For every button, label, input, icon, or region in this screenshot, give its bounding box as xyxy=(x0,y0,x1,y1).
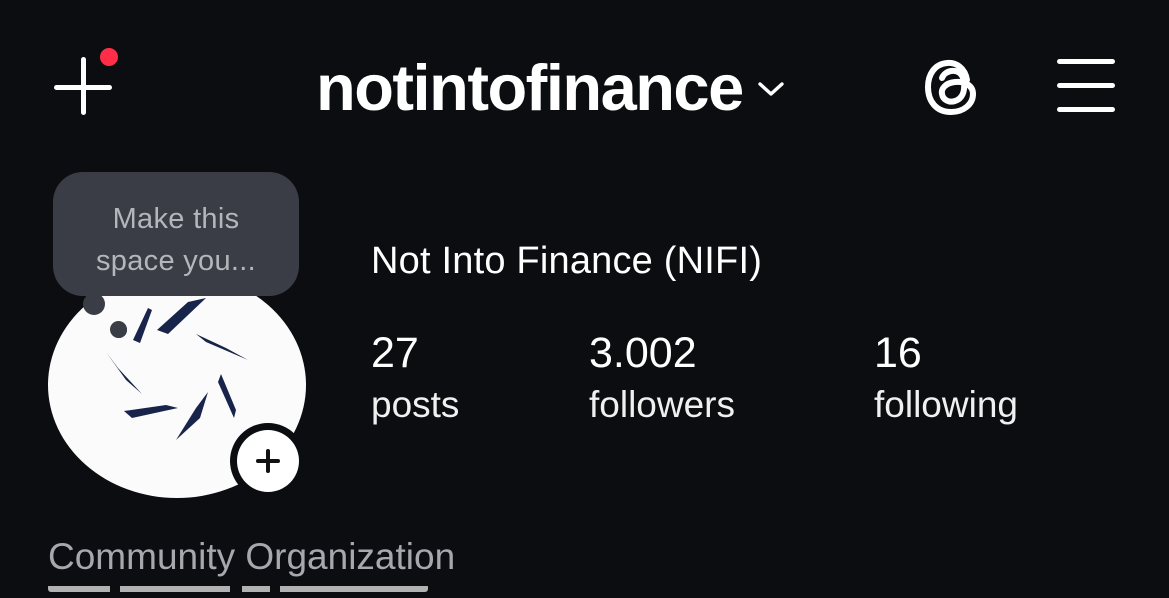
hamburger-menu-icon-bar xyxy=(1057,59,1115,64)
add-story-button[interactable] xyxy=(230,423,306,499)
plus-icon-vertical xyxy=(81,57,86,115)
following-count: 16 xyxy=(874,329,922,377)
followers-label: followers xyxy=(589,384,735,425)
threads-icon xyxy=(925,59,976,115)
followers-stat[interactable]: 3.002 followers xyxy=(589,328,735,432)
note-bubble-tail xyxy=(110,321,127,338)
hamburger-menu-icon-bar xyxy=(1057,83,1115,88)
posts-label: posts xyxy=(371,384,460,425)
profile-category: Community Organization xyxy=(48,536,456,577)
hamburger-menu-icon-bar xyxy=(1057,107,1115,112)
followers-count: 3.002 xyxy=(589,329,697,377)
username: notintofinance xyxy=(316,50,744,124)
note-text-line2: space you... xyxy=(96,245,256,277)
posts-count: 27 xyxy=(371,329,419,377)
note-bubble[interactable]: Make this space you... xyxy=(53,172,299,296)
note-text-line1: Make this xyxy=(112,203,240,235)
profile-screen: notintofinance Make this space you... No… xyxy=(0,0,1169,598)
note-text: Make this space you... xyxy=(53,198,299,282)
plus-icon-vertical xyxy=(266,449,270,473)
following-label: following xyxy=(874,384,1018,425)
create-button[interactable] xyxy=(52,45,121,118)
menu-button[interactable] xyxy=(1054,58,1120,114)
bio-text-cut-off xyxy=(48,586,448,598)
chevron-down-icon xyxy=(758,82,784,96)
notification-dot xyxy=(97,45,121,69)
following-stat[interactable]: 16 following xyxy=(874,328,1018,432)
posts-stat[interactable]: 27 posts xyxy=(371,328,459,432)
add-story-button-inner xyxy=(237,430,299,492)
note-bubble-tail xyxy=(83,293,105,315)
threads-button[interactable] xyxy=(920,54,986,120)
display-name: Not Into Finance (NIFI) xyxy=(371,240,763,282)
account-switcher[interactable]: notintofinance xyxy=(316,52,785,122)
